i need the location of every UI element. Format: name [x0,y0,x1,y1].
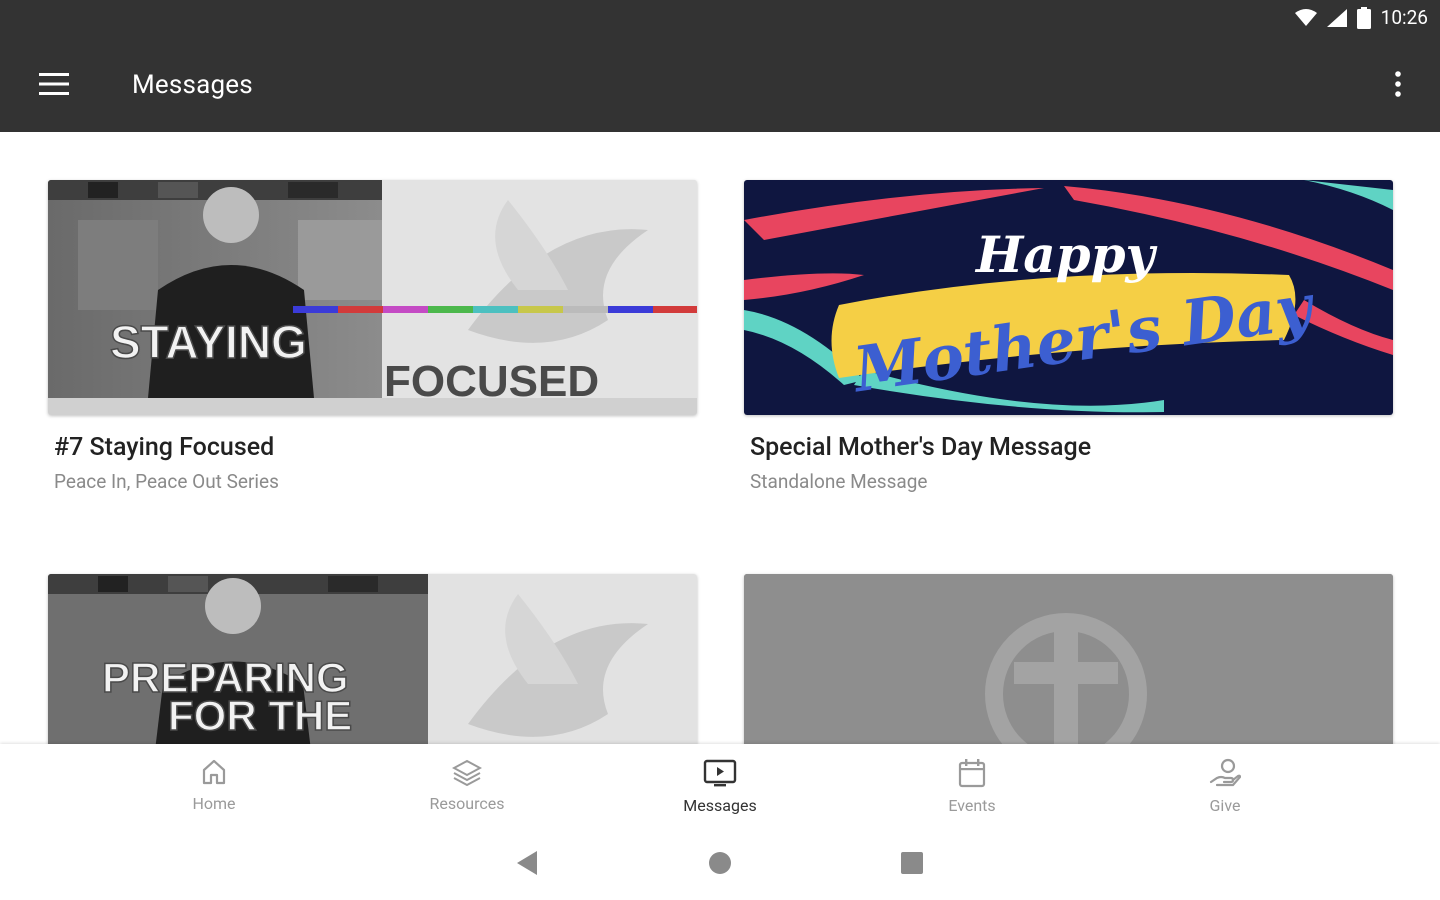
message-card[interactable]: STAYING FOCUSED #7 Staying Focused Peace… [48,180,697,493]
message-card[interactable]: PREPARING FOR THE [48,574,697,744]
back-triangle-icon [515,850,539,880]
tv-icon [703,758,737,792]
thumbnail-text-line2: FOCUSED [384,357,599,406]
bottom-navigation: Home Resources Messages Events Give [0,744,1440,826]
mothers-day-artwork: Happy Mother's Day [744,180,1393,415]
nav-label: Resources [429,794,505,813]
message-card[interactable] [744,574,1393,744]
calendar-icon [958,758,986,792]
preparing-artwork: PREPARING FOR THE [48,574,697,744]
status-time: 10:26 [1380,6,1428,29]
layers-icon [451,758,483,790]
thumbnail-text-line1: STAYING [110,316,307,368]
status-bar: 10:26 [0,0,1440,40]
status-icons: 10:26 [1294,6,1428,29]
thumbnail-text-line2: FOR THE [168,692,352,739]
message-title: Special Mother's Day Message [750,433,1092,462]
battery-icon [1356,6,1371,29]
app-bar: Messages [0,40,1440,132]
message-series: Peace In, Peace Out Series [54,470,279,493]
recents-square-icon [900,851,924,879]
thumbnail-text-happy: Happy [974,225,1158,284]
nav-item-home[interactable]: Home [114,744,314,826]
nav-label: Events [948,796,996,815]
message-series: Standalone Message [750,470,928,493]
back-button[interactable] [512,850,542,880]
message-thumbnail[interactable] [744,574,1393,744]
home-circle-icon [707,850,733,880]
recents-button[interactable] [897,850,927,880]
placeholder-artwork [744,574,1393,744]
signal-icon [1326,8,1347,27]
more-vertical-icon [1395,71,1401,101]
menu-button[interactable] [28,62,80,110]
nav-item-events[interactable]: Events [872,744,1072,826]
nav-item-messages[interactable]: Messages [620,744,820,826]
message-title: #7 Staying Focused [54,433,275,462]
nav-item-give[interactable]: Give [1125,744,1325,826]
home-icon [200,758,228,790]
system-navigation [0,826,1440,900]
wifi-icon [1294,8,1317,27]
message-thumbnail[interactable]: PREPARING FOR THE [48,574,697,744]
give-icon [1209,758,1242,792]
message-card[interactable]: Happy Mother's Day Special Mother's Day … [744,180,1393,493]
staying-focused-artwork: STAYING FOCUSED [48,180,697,415]
message-thumbnail[interactable]: STAYING FOCUSED [48,180,697,415]
overflow-menu-button[interactable] [1382,64,1414,108]
nav-label: Messages [683,796,757,815]
message-thumbnail[interactable]: Happy Mother's Day [744,180,1393,415]
page-title: Messages [132,70,253,100]
nav-label: Home [192,794,236,813]
hamburger-icon [39,73,69,99]
nav-label: Give [1209,796,1241,815]
home-system-button[interactable] [705,850,735,880]
nav-item-resources[interactable]: Resources [367,744,567,826]
messages-grid: STAYING FOCUSED #7 Staying Focused Peace… [0,132,1440,744]
